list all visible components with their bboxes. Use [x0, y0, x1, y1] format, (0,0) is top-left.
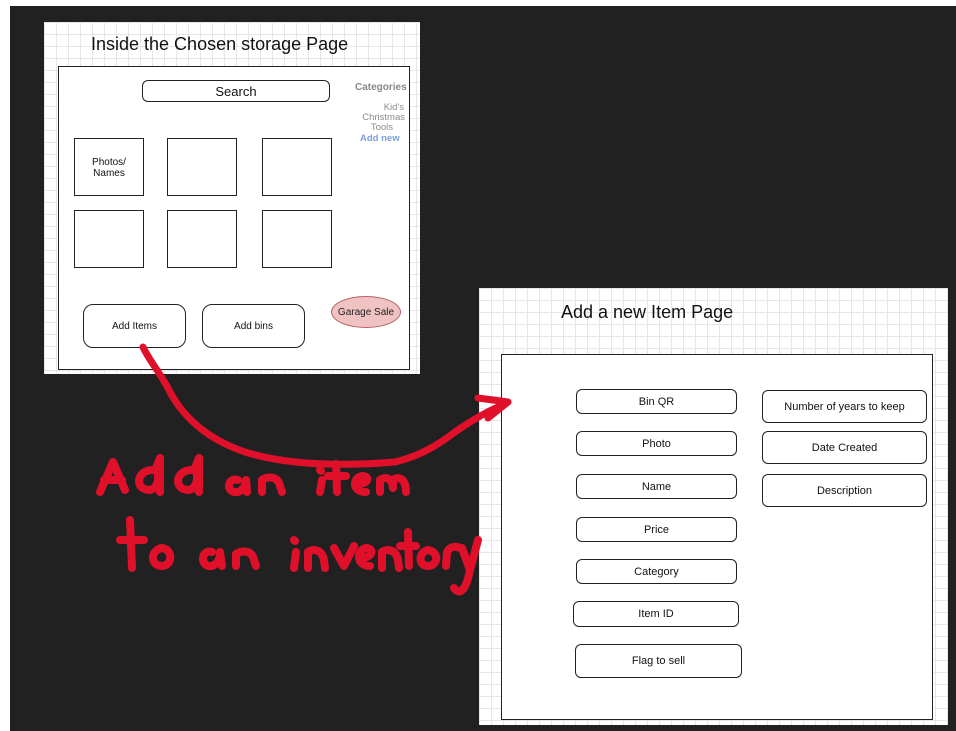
handwriting-line-2 — [116, 516, 482, 596]
arrow-shaft — [139, 343, 509, 468]
annotation-layer — [96, 343, 512, 596]
annotation-strokes — [96, 343, 512, 596]
